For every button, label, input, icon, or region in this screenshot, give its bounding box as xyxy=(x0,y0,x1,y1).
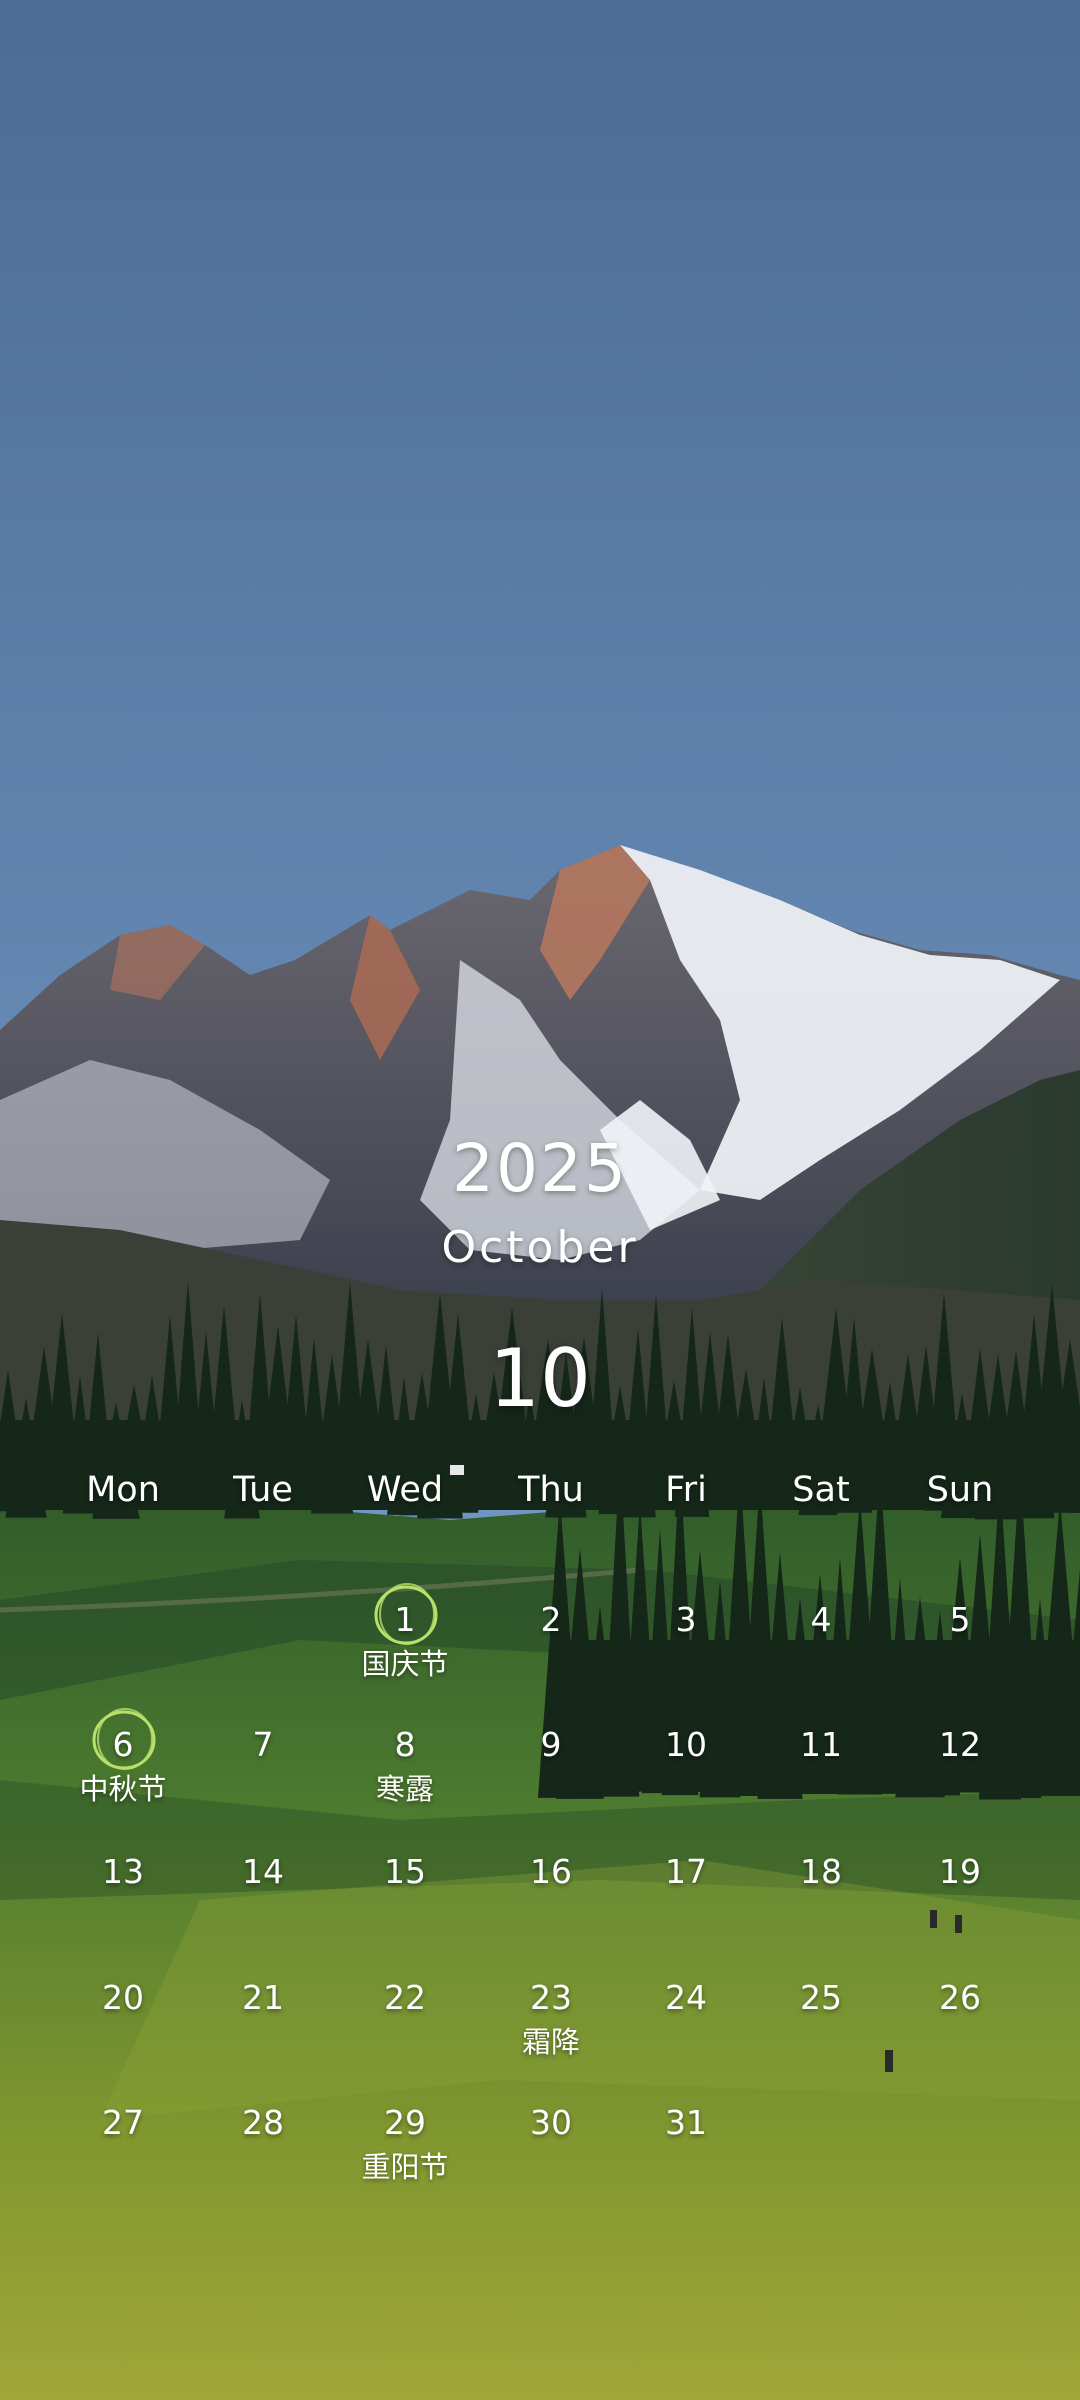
calendar-day-cell: 24 xyxy=(616,1978,756,2018)
calendar-day-number: 25 xyxy=(800,1978,842,2017)
calendar-day-cell: 22 xyxy=(335,1978,475,2018)
calendar-day-number: 2 xyxy=(540,1600,562,1639)
calendar-day-cell: 23 霜降 xyxy=(481,1978,621,2062)
calendar-day-cell: 11 xyxy=(751,1725,891,1765)
calendar-day-cell: 19 xyxy=(890,1852,1030,1892)
calendar-day-number: 19 xyxy=(939,1852,981,1891)
calendar-day-number: 12 xyxy=(939,1725,981,1764)
calendar-day-number: 3 xyxy=(675,1600,697,1639)
calendar-day-cell: 15 xyxy=(335,1852,475,1892)
calendar-day-cell: 16 xyxy=(481,1852,621,1892)
calendar-day-cell: 12 xyxy=(890,1725,1030,1765)
calendar-day-number: 22 xyxy=(384,1978,426,2017)
calendar-day-number: 27 xyxy=(102,2103,144,2142)
calendar-day-cell: 20 xyxy=(53,1978,193,2018)
calendar-day-number: 1 xyxy=(394,1600,416,1639)
calendar-day-number: 31 xyxy=(665,2103,707,2142)
calendar-day-cell: 8 寒露 xyxy=(335,1725,475,1809)
calendar-day-number: 21 xyxy=(242,1978,284,2017)
calendar-day-cell: 18 xyxy=(751,1852,891,1892)
calendar-day-number: 9 xyxy=(540,1725,562,1764)
calendar-day-cell: 14 xyxy=(193,1852,333,1892)
calendar-day-cell: 29 重阳节 xyxy=(335,2103,475,2187)
calendar-day-cell: 27 xyxy=(53,2103,193,2143)
calendar-day-number: 18 xyxy=(800,1852,842,1891)
calendar-day-number: 16 xyxy=(530,1852,572,1891)
calendar-day-cell: 28 xyxy=(193,2103,333,2143)
calendar-day-number: 29 xyxy=(384,2103,426,2142)
calendar-day-number: 24 xyxy=(665,1978,707,2017)
calendar-day-cell: 6 中秋节 xyxy=(53,1708,193,1809)
calendar-day-number: 26 xyxy=(939,1978,981,2017)
calendar-grid: 1 国庆节 2 3 4 5 6 中秋节 7 8 寒露 9 10 11 12 13 14 15 16 17 18 19 20 2… xyxy=(0,0,1080,2400)
calendar-day-number: 28 xyxy=(242,2103,284,2142)
calendar-day-number: 5 xyxy=(949,1600,971,1639)
holiday-label: 国庆节 xyxy=(361,1647,449,1681)
calendar-day-number: 7 xyxy=(252,1725,274,1764)
calendar-day-number: 23 xyxy=(530,1978,572,2017)
calendar-day-cell: 4 xyxy=(751,1600,891,1640)
calendar-day-number: 4 xyxy=(810,1600,832,1639)
calendar-day-number: 8 xyxy=(394,1725,416,1764)
calendar-day-cell: 31 xyxy=(616,2103,756,2143)
calendar-day-cell: 7 xyxy=(193,1725,333,1765)
calendar-day-cell: 21 xyxy=(193,1978,333,2018)
holiday-label: 中秋节 xyxy=(79,1772,167,1806)
calendar-day-number: 13 xyxy=(102,1852,144,1891)
calendar-overlay: 2025 October 10 Mon Tue Wed Thu Fri Sat … xyxy=(0,0,1080,2400)
calendar-day-cell: 26 xyxy=(890,1978,1030,2018)
calendar-day-number: 11 xyxy=(800,1725,842,1764)
calendar-day-number: 17 xyxy=(665,1852,707,1891)
calendar-day-cell: 10 xyxy=(616,1725,756,1765)
holiday-label: 霜降 xyxy=(521,2025,580,2059)
calendar-day-cell: 17 xyxy=(616,1852,756,1892)
calendar-day-number: 14 xyxy=(242,1852,284,1891)
calendar-day-cell: 13 xyxy=(53,1852,193,1892)
calendar-day-number: 20 xyxy=(102,1978,144,2017)
calendar-day-cell: 25 xyxy=(751,1978,891,2018)
calendar-day-cell: 30 xyxy=(481,2103,621,2143)
calendar-day-cell: 1 国庆节 xyxy=(335,1583,475,1684)
calendar-day-cell: 3 xyxy=(616,1600,756,1640)
holiday-label: 重阳节 xyxy=(361,2150,449,2184)
calendar-day-number: 15 xyxy=(384,1852,426,1891)
calendar-day-cell: 2 xyxy=(481,1600,621,1640)
calendar-day-number: 10 xyxy=(665,1725,707,1764)
holiday-label: 寒露 xyxy=(375,1772,434,1806)
calendar-day-cell: 5 xyxy=(890,1600,1030,1640)
calendar-day-number: 30 xyxy=(530,2103,572,2142)
calendar-day-cell: 9 xyxy=(481,1725,621,1765)
calendar-day-number: 6 xyxy=(112,1725,134,1764)
